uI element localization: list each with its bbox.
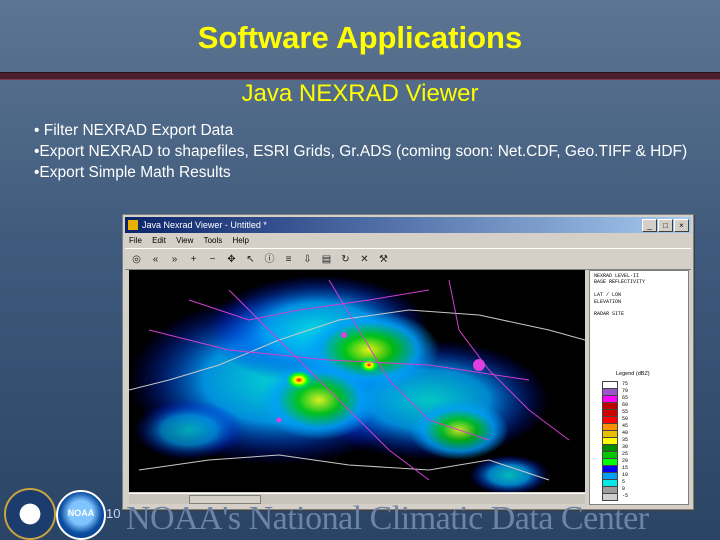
legend-label: 40 (622, 430, 629, 436)
window-controls: _ □ × (641, 219, 689, 235)
legend-label: 10 (622, 472, 629, 478)
globe-icon[interactable]: ◎ (129, 252, 144, 267)
legend-label: 45 (622, 423, 629, 429)
noaa-logo: NOAA (56, 490, 106, 540)
noaa-logo-text: NOAA (67, 508, 95, 518)
legend-label: -5 (622, 493, 629, 499)
page-number: 10 (106, 506, 121, 521)
legend-label: 65 (622, 395, 629, 401)
legend-label: 25 (622, 451, 629, 457)
pan-icon[interactable]: ✥ (224, 252, 239, 267)
legend-label: 60 (622, 402, 629, 408)
slide-title: Software Applications (197, 20, 523, 55)
refresh-icon[interactable]: ↻ (338, 252, 353, 267)
menu-file[interactable]: File (129, 236, 142, 245)
bullet-list: • Filter NEXRAD Export Data •Export NEXR… (34, 120, 694, 183)
title-divider (0, 72, 720, 80)
export-icon[interactable]: ⇩ (300, 252, 315, 267)
window-titlebar[interactable]: Java Nexrad Viewer - Untitled * _ □ × (125, 217, 691, 233)
select-icon[interactable]: ↖ (243, 252, 258, 267)
metadata-line (594, 343, 686, 349)
metadata-panel: NEXRAD LEVEL-II BASE REFLECTIVITY LAT / L… (594, 273, 686, 350)
app-icon (128, 220, 138, 230)
menu-edit[interactable]: Edit (152, 236, 166, 245)
toolbar: ◎ « » + − ✥ ↖ ⓘ ≡ ⇩ ▤ ↻ ✕ ⚒ (125, 248, 691, 270)
bullet-item: •Export Simple Math Results (34, 164, 231, 181)
info-icon[interactable]: ⓘ (262, 252, 277, 267)
legend-label: 75 (622, 381, 629, 387)
legend-label: 50 (622, 416, 629, 422)
legend-label: 30 (622, 444, 629, 450)
legend-title: Legend (dBZ) (616, 371, 650, 377)
minimize-icon[interactable]: _ (642, 219, 657, 232)
legend-label: 55 (622, 409, 629, 415)
footer-watermark: NOAA's National Climatic Data Center (126, 500, 649, 537)
radar-map[interactable] (129, 270, 585, 492)
window-title: Java Nexrad Viewer - Untitled * (142, 220, 267, 230)
legend-label: 35 (622, 437, 629, 443)
zoom-in-icon[interactable]: + (186, 252, 201, 267)
forward-icon[interactable]: » (167, 252, 182, 267)
layers-icon[interactable]: ≡ (281, 252, 296, 267)
menu-view[interactable]: View (176, 236, 193, 245)
menu-tools[interactable]: Tools (204, 236, 223, 245)
menu-help[interactable]: Help (233, 236, 249, 245)
viewer-window: Java Nexrad Viewer - Untitled * _ □ × File… (122, 214, 694, 510)
bullet-item: • Filter NEXRAD Export Data (34, 122, 234, 139)
legend-label: 70 (622, 388, 629, 394)
slide-subtitle: Java NEXRAD Viewer (241, 80, 479, 107)
menu-bar: File Edit View Tools Help (125, 234, 691, 247)
close-icon[interactable]: × (674, 219, 689, 232)
tools-icon[interactable]: ⚒ (376, 252, 391, 267)
legend-label: 5 (622, 479, 626, 485)
side-panel: NEXRAD LEVEL-II BASE REFLECTIVITY LAT / L… (589, 270, 689, 505)
zoom-out-icon[interactable]: − (205, 252, 220, 267)
legend-label: 15 (622, 465, 629, 471)
filter-icon[interactable]: ▤ (319, 252, 334, 267)
radar-map-graphic (129, 270, 585, 492)
back-icon[interactable]: « (148, 252, 163, 267)
legend-label: 0 (622, 486, 626, 492)
maximize-icon[interactable]: □ (658, 219, 673, 232)
clear-icon[interactable]: ✕ (357, 252, 372, 267)
bullet-item: •Export NEXRAD to shapefiles, ESRI Grids… (34, 143, 688, 160)
legend-label: 20 (622, 458, 629, 464)
doc-seal-logo (4, 488, 56, 540)
